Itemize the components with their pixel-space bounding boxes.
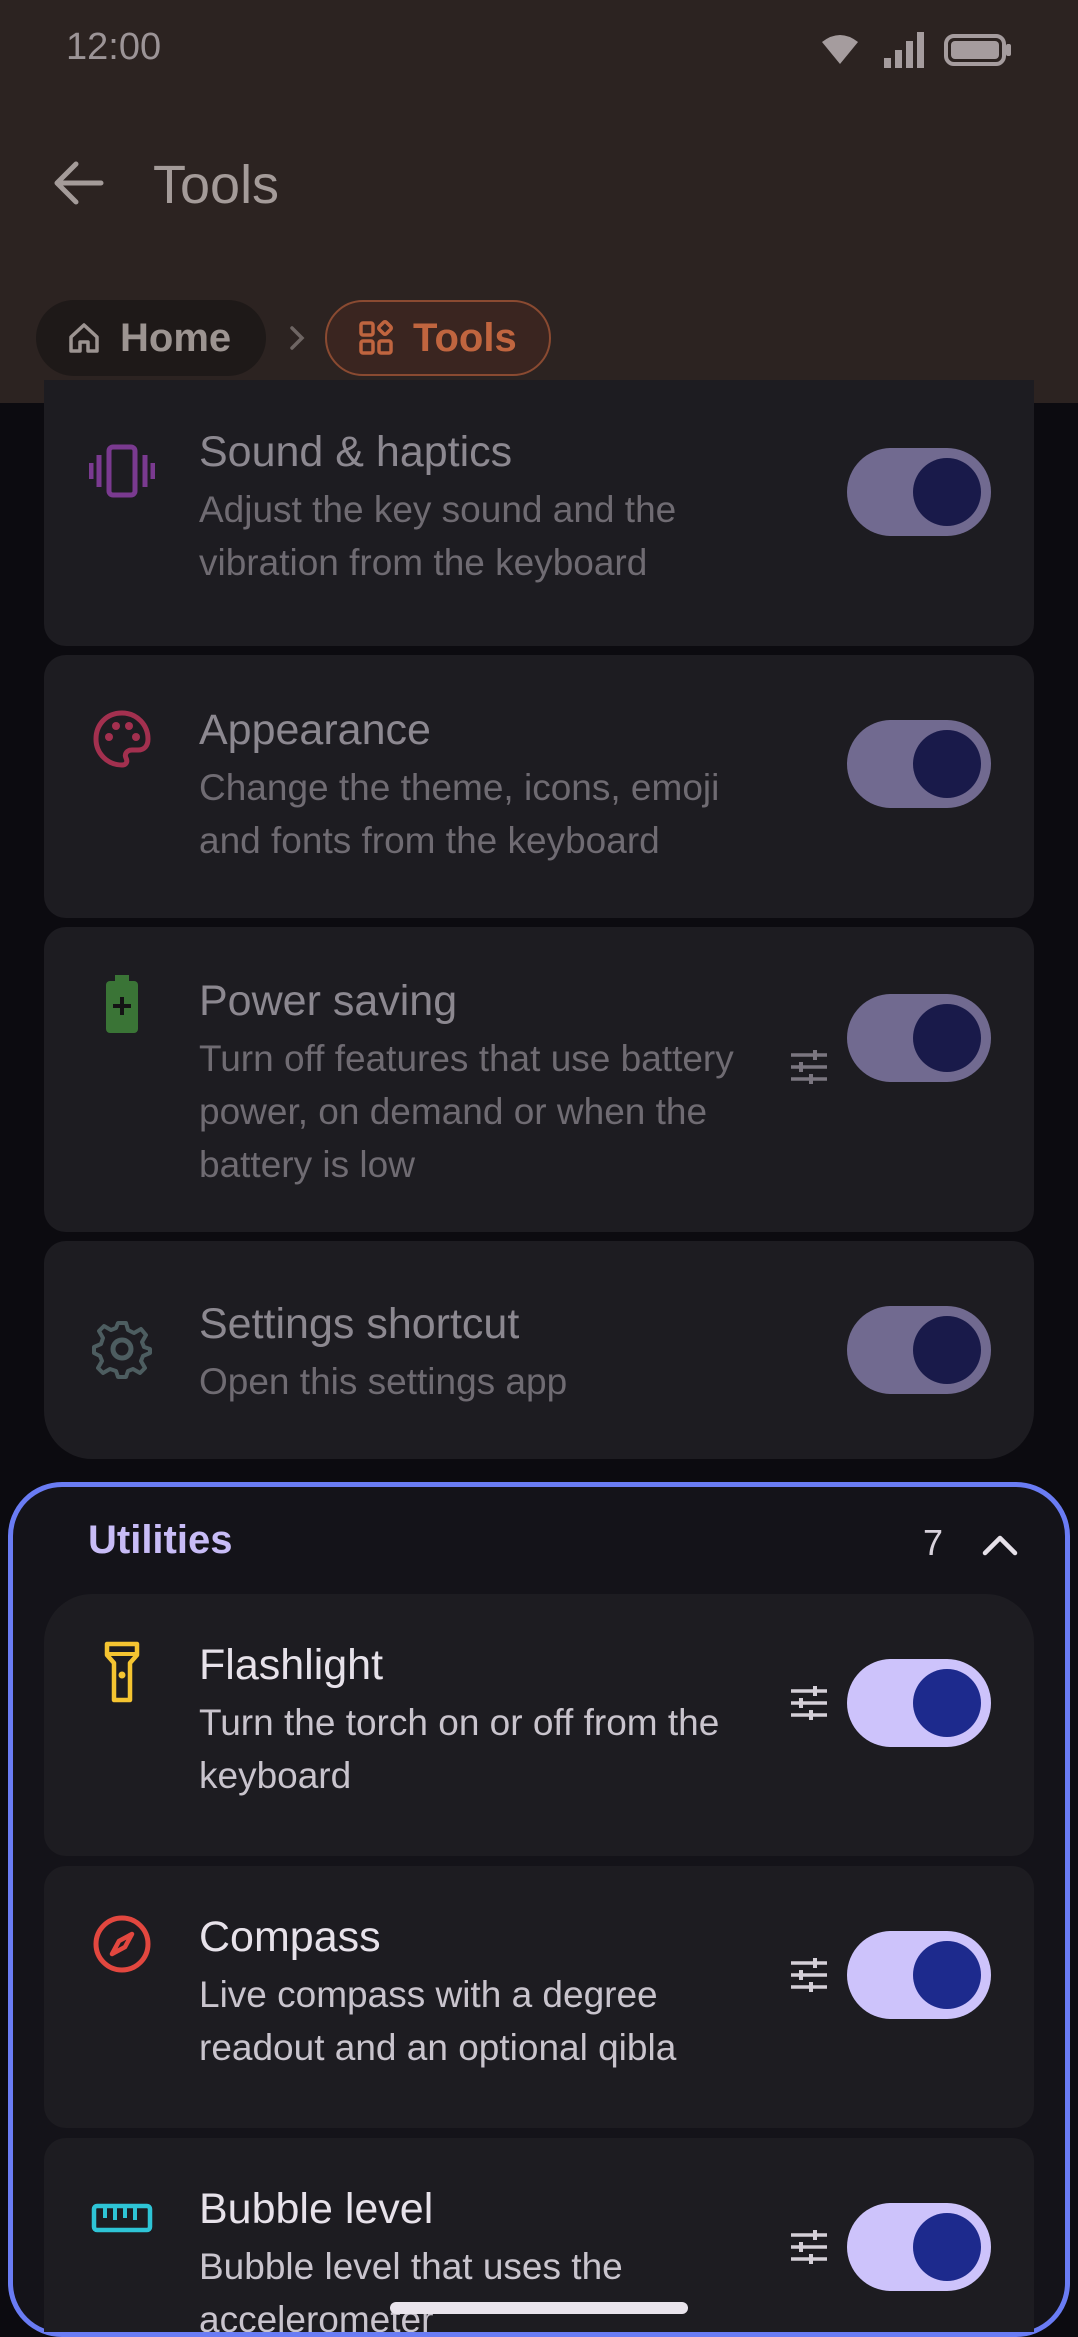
toggle-knob xyxy=(913,730,981,798)
tool-toggle[interactable] xyxy=(847,2203,991,2291)
compass-icon xyxy=(86,1908,158,1980)
tool-title: Bubble level xyxy=(199,2185,434,2233)
toggle-knob xyxy=(913,1316,981,1384)
tool-description: Change the theme, icons, emoji and fonts… xyxy=(199,767,720,861)
tool-title: Appearance xyxy=(199,706,431,754)
wifi-icon xyxy=(822,35,858,64)
collapse-section-button[interactable] xyxy=(975,1520,1025,1570)
tune-button[interactable] xyxy=(779,2217,839,2277)
tool-title: Settings shortcut xyxy=(199,1300,520,1348)
signal-icon xyxy=(884,32,924,68)
tool-card-power-saving[interactable]: Power saving Turn off features that use … xyxy=(44,927,1034,1232)
tool-description: Open this settings app xyxy=(199,1361,568,1402)
status-icons xyxy=(822,32,1011,68)
vibration-icon xyxy=(86,435,158,507)
tool-title: Compass xyxy=(199,1913,381,1961)
chevron-right-icon xyxy=(290,326,305,350)
grid-icon xyxy=(359,320,393,355)
gear-icon xyxy=(86,1313,158,1385)
tool-card-settings-shortcut[interactable]: Settings shortcut Open this settings app xyxy=(44,1241,1034,1459)
breadcrumb-tools[interactable]: Tools xyxy=(325,300,551,376)
breadcrumb-home[interactable]: Home xyxy=(36,300,266,376)
back-button[interactable] xyxy=(40,145,116,221)
section-title: Utilities xyxy=(88,1518,233,1562)
ruler-icon xyxy=(86,2182,158,2254)
tool-description: Turn off features that use battery power… xyxy=(199,1038,734,1185)
toggle-knob xyxy=(913,2213,981,2281)
section-count-badge: 7 xyxy=(923,1522,944,1563)
palette-icon xyxy=(86,703,158,775)
tool-description: Bubble level that uses the accelerometer xyxy=(199,2246,623,2332)
tool-toggle[interactable] xyxy=(847,448,991,536)
tune-icon xyxy=(791,1050,827,1084)
tool-description: Adjust the key sound and the vibration f… xyxy=(199,489,677,583)
battery-icon xyxy=(944,34,1011,66)
tune-button[interactable] xyxy=(779,1037,839,1097)
tool-toggle[interactable] xyxy=(847,994,991,1082)
tool-description: Live compass with a degree readout and a… xyxy=(199,1974,677,2068)
toggle-knob xyxy=(913,1941,981,2009)
toggle-knob xyxy=(913,1669,981,1737)
battery-plus-icon xyxy=(86,969,158,1041)
tool-card-flashlight[interactable]: Flashlight Turn the torch on or off from… xyxy=(44,1594,1034,1856)
tool-card-appearance[interactable]: Appearance Change the theme, icons, emoj… xyxy=(44,655,1034,918)
breadcrumb-home-label: Home xyxy=(120,315,232,360)
home-icon xyxy=(69,323,99,353)
tool-toggle[interactable] xyxy=(847,720,991,808)
tool-title: Power saving xyxy=(199,977,458,1025)
tune-icon xyxy=(791,2230,827,2264)
tool-card-sound-haptics[interactable]: Sound & haptics Adjust the key sound and… xyxy=(44,380,1034,646)
tool-toggle[interactable] xyxy=(847,1306,991,1394)
tune-button[interactable] xyxy=(779,1673,839,1733)
tune-icon xyxy=(791,1958,827,1992)
breadcrumb-tools-label: Tools xyxy=(413,315,517,360)
tool-card-compass[interactable]: Compass Live compass with a degree reado… xyxy=(44,1866,1034,2128)
flashlight-icon xyxy=(86,1636,158,1708)
page-title: Tools xyxy=(153,155,280,215)
tool-description: Turn the torch on or off from the keyboa… xyxy=(199,1702,720,1796)
tune-button[interactable] xyxy=(779,1945,839,2005)
toggle-knob xyxy=(913,1004,981,1072)
tune-icon xyxy=(791,1686,827,1720)
tool-toggle[interactable] xyxy=(847,1659,991,1747)
toggle-knob xyxy=(913,458,981,526)
tool-toggle[interactable] xyxy=(847,1931,991,2019)
arrow-left-icon xyxy=(54,161,104,205)
tool-title: Sound & haptics xyxy=(199,428,513,476)
gesture-home-bar[interactable] xyxy=(390,2302,688,2314)
status-time: 12:00 xyxy=(66,26,162,68)
tool-title: Flashlight xyxy=(199,1641,384,1689)
chevron-up-icon xyxy=(982,1535,1018,1556)
